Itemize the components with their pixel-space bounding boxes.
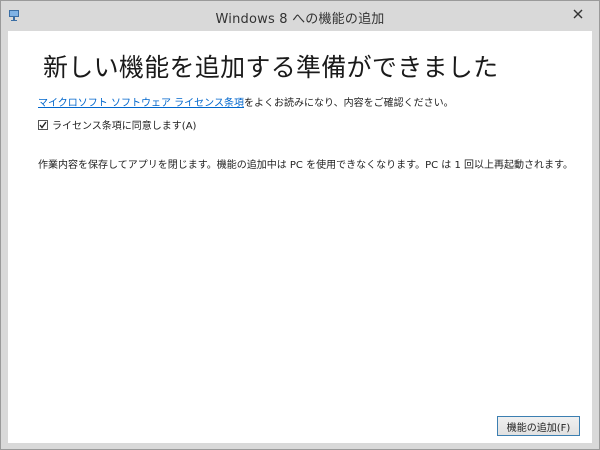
title-bar: Windows 8 への機能の追加: [1, 1, 599, 31]
agree-row: ライセンス条項に同意します(A): [38, 117, 196, 132]
agree-label[interactable]: ライセンス条項に同意します(A): [52, 117, 196, 132]
close-button[interactable]: [565, 3, 591, 23]
page-heading: 新しい機能を追加する準備ができました: [43, 53, 499, 82]
window-title: Windows 8 への機能の追加: [215, 12, 385, 27]
content-area: 新しい機能を追加する準備ができました マイクロソフト ソフトウェア ライセンス条…: [8, 31, 592, 443]
license-suffix-text: をよくお読みになり、内容をご確認ください。: [243, 98, 454, 109]
license-terms-link[interactable]: マイクロソフト ソフトウェア ライセンス条項: [38, 98, 244, 109]
agree-checkbox[interactable]: [38, 119, 48, 130]
info-text: 作業内容を保存してアプリを閉じます。機能の追加中は PC を使用できなくなります…: [38, 160, 573, 171]
check-mark-icon: [39, 121, 47, 129]
add-features-button[interactable]: 機能の追加(F): [497, 416, 580, 436]
close-icon: [573, 4, 583, 23]
license-line: マイクロソフト ソフトウェア ライセンス条項をよくお読みになり、内容をご確認くだ…: [38, 94, 454, 109]
add-features-window: Windows 8 への機能の追加 新しい機能を追加する準備ができました マイク…: [0, 0, 600, 450]
